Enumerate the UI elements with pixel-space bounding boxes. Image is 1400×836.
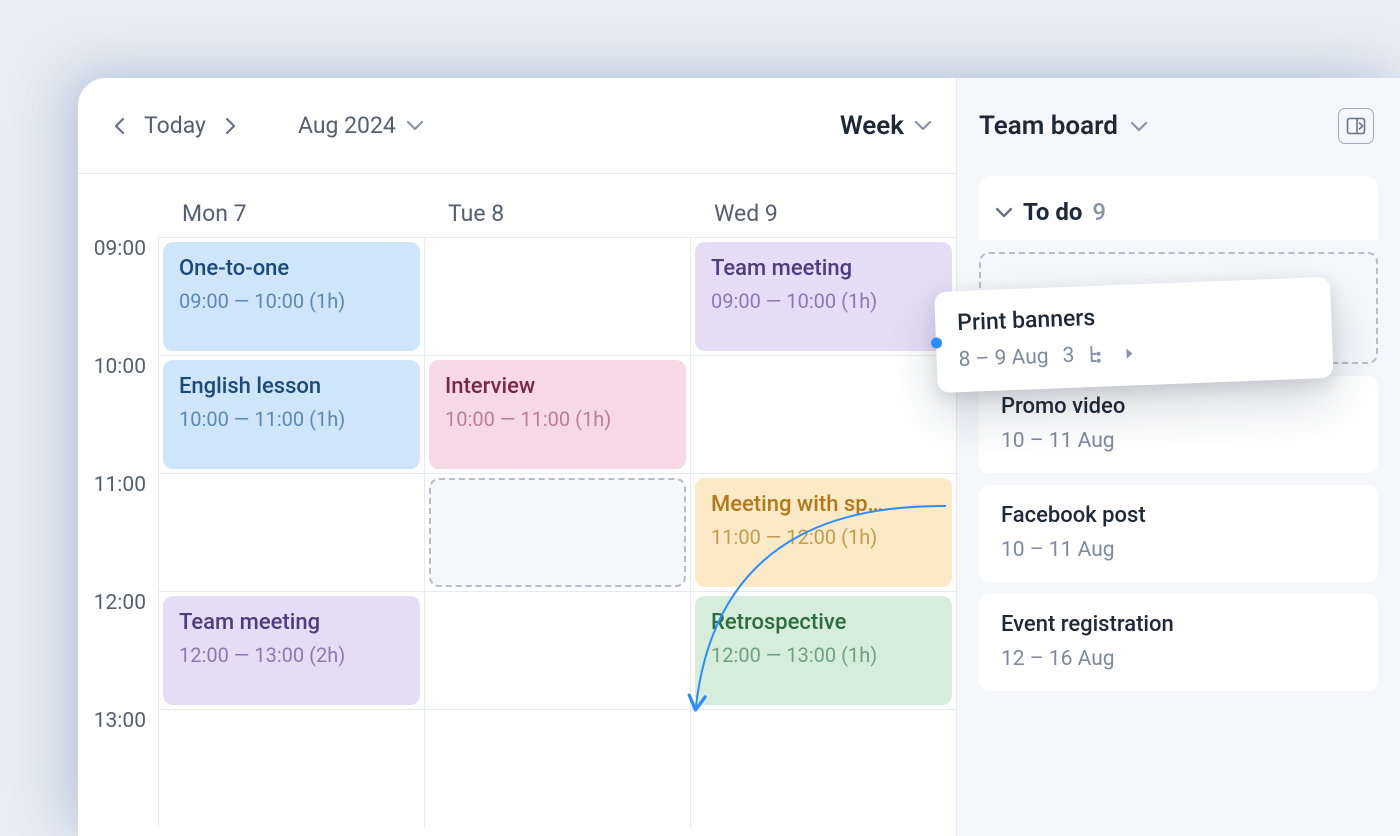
event-meeting-speakers[interactable]: Meeting with sp… 11:00 — 12:00 (1h): [695, 478, 952, 587]
day-header: Mon 7: [158, 200, 424, 227]
next-button[interactable]: [214, 109, 248, 143]
task-title: Facebook post: [1001, 503, 1358, 528]
dragging-task-card[interactable]: Print banners 8 – 9 Aug 3: [934, 277, 1334, 393]
section-header[interactable]: To do 9: [979, 176, 1378, 240]
day-header: Wed 9: [690, 200, 956, 227]
event-team-meeting[interactable]: Team meeting 12:00 — 13:00 (2h): [163, 596, 420, 705]
task-date: 8 – 9 Aug: [958, 345, 1049, 372]
calendar-cell[interactable]: [690, 709, 956, 827]
board-panel: Team board To do 9: [956, 78, 1400, 836]
task-title: Promo video: [1001, 394, 1358, 419]
prev-button[interactable]: [102, 109, 136, 143]
event-title: Meeting with sp…: [711, 492, 936, 517]
app-frame: Today Aug 2024 Week Mon 7: [78, 78, 1400, 836]
event-time: 11:00 — 12:00 (1h): [711, 525, 936, 549]
calendar-cell[interactable]: English lesson 10:00 — 11:00 (1h): [158, 355, 424, 473]
calendar-cell[interactable]: [690, 355, 956, 473]
board-section: To do 9 Promo video 10 – 11 Aug Facebook…: [957, 174, 1400, 699]
calendar-cell[interactable]: Team meeting 12:00 — 13:00 (2h): [158, 591, 424, 709]
today-button[interactable]: Today: [142, 112, 208, 139]
caret-right-icon: [1124, 346, 1135, 360]
day-header-row: Mon 7 Tue 8 Wed 9: [78, 174, 956, 237]
calendar-cell[interactable]: [424, 591, 690, 709]
event-time: 12:00 — 13:00 (1h): [711, 643, 936, 667]
event-time: 10:00 — 11:00 (1h): [445, 407, 670, 431]
calendar-cell[interactable]: One-to-one 09:00 — 10:00 (1h): [158, 237, 424, 355]
event-interview[interactable]: Interview 10:00 — 11:00 (1h): [429, 360, 686, 469]
calendar-toolbar: Today Aug 2024 Week: [78, 78, 956, 174]
section-title: To do: [1023, 198, 1082, 226]
time-label: 12:00: [78, 579, 158, 697]
event-time: 12:00 — 13:00 (2h): [179, 643, 404, 667]
chevron-left-icon: [114, 117, 125, 135]
chevron-down-icon: [406, 120, 424, 131]
time-label: 10:00: [78, 343, 158, 461]
drag-handle-dot: [931, 337, 942, 348]
time-label: 11:00: [78, 461, 158, 579]
calendar-cell[interactable]: Team meeting 09:00 — 10:00 (1h): [690, 237, 956, 355]
event-retrospective[interactable]: Retrospective 12:00 — 13:00 (1h): [695, 596, 952, 705]
event-title: English lesson: [179, 374, 404, 399]
event-title: Retrospective: [711, 610, 936, 635]
event-team-meeting[interactable]: Team meeting 09:00 — 10:00 (1h): [695, 242, 952, 351]
calendar-cell[interactable]: [424, 709, 690, 827]
time-label: 13:00: [78, 697, 158, 815]
calendar-cell[interactable]: [424, 237, 690, 355]
month-label: Aug 2024: [298, 112, 396, 139]
board-toolbar: Team board: [957, 78, 1400, 174]
event-time: 10:00 — 11:00 (1h): [179, 407, 404, 431]
chevron-right-icon: [225, 117, 236, 135]
calendar-cell[interactable]: Interview 10:00 — 11:00 (1h): [424, 355, 690, 473]
task-title: Event registration: [1001, 612, 1358, 637]
section-count: 9: [1092, 198, 1106, 226]
chevron-down-icon: [995, 207, 1013, 218]
calendar-cell[interactable]: Meeting with sp… 11:00 — 12:00 (1h): [690, 473, 956, 591]
subtasks-icon: [1088, 344, 1111, 365]
task-card[interactable]: Event registration 12 – 16 Aug: [979, 594, 1378, 691]
calendar-cell[interactable]: [158, 709, 424, 827]
task-date: 10 – 11 Aug: [1001, 538, 1358, 562]
event-time: 09:00 — 10:00 (1h): [711, 289, 936, 313]
day-header: Tue 8: [424, 200, 690, 227]
event-title: Team meeting: [711, 256, 936, 281]
collapse-panel-button[interactable]: [1338, 108, 1374, 144]
drop-target[interactable]: [429, 478, 686, 587]
task-card[interactable]: Promo video 10 – 11 Aug: [979, 376, 1378, 473]
date-nav: Today: [102, 109, 248, 143]
chevron-down-icon: [1130, 121, 1148, 132]
view-picker[interactable]: Week: [840, 111, 932, 141]
event-title: Interview: [445, 374, 670, 399]
panel-collapse-icon: [1346, 116, 1366, 136]
calendar-cell[interactable]: Retrospective 12:00 — 13:00 (1h): [690, 591, 956, 709]
calendar-cell[interactable]: [424, 473, 690, 591]
task-meta: 8 – 9 Aug 3: [958, 335, 1313, 373]
calendar-panel: Today Aug 2024 Week Mon 7: [78, 78, 956, 836]
event-english-lesson[interactable]: English lesson 10:00 — 11:00 (1h): [163, 360, 420, 469]
board-name: Team board: [979, 111, 1118, 141]
event-time: 09:00 — 10:00 (1h): [179, 289, 404, 313]
event-one-to-one[interactable]: One-to-one 09:00 — 10:00 (1h): [163, 242, 420, 351]
task-date: 12 – 16 Aug: [1001, 647, 1358, 671]
calendar-cell[interactable]: [158, 473, 424, 591]
event-title: Team meeting: [179, 610, 404, 635]
calendar-grid: 09:00 One-to-one 09:00 — 10:00 (1h) Team…: [78, 237, 956, 827]
view-label: Week: [840, 111, 904, 141]
board-picker[interactable]: Team board: [979, 111, 1148, 141]
task-title: Print banners: [957, 296, 1312, 337]
task-date: 10 – 11 Aug: [1001, 429, 1358, 453]
time-label: 09:00: [78, 225, 158, 343]
chevron-down-icon: [914, 120, 932, 131]
task-card[interactable]: Facebook post 10 – 11 Aug: [979, 485, 1378, 582]
event-title: One-to-one: [179, 256, 404, 281]
subtask-count: 3: [1062, 344, 1075, 368]
month-picker[interactable]: Aug 2024: [298, 112, 424, 139]
